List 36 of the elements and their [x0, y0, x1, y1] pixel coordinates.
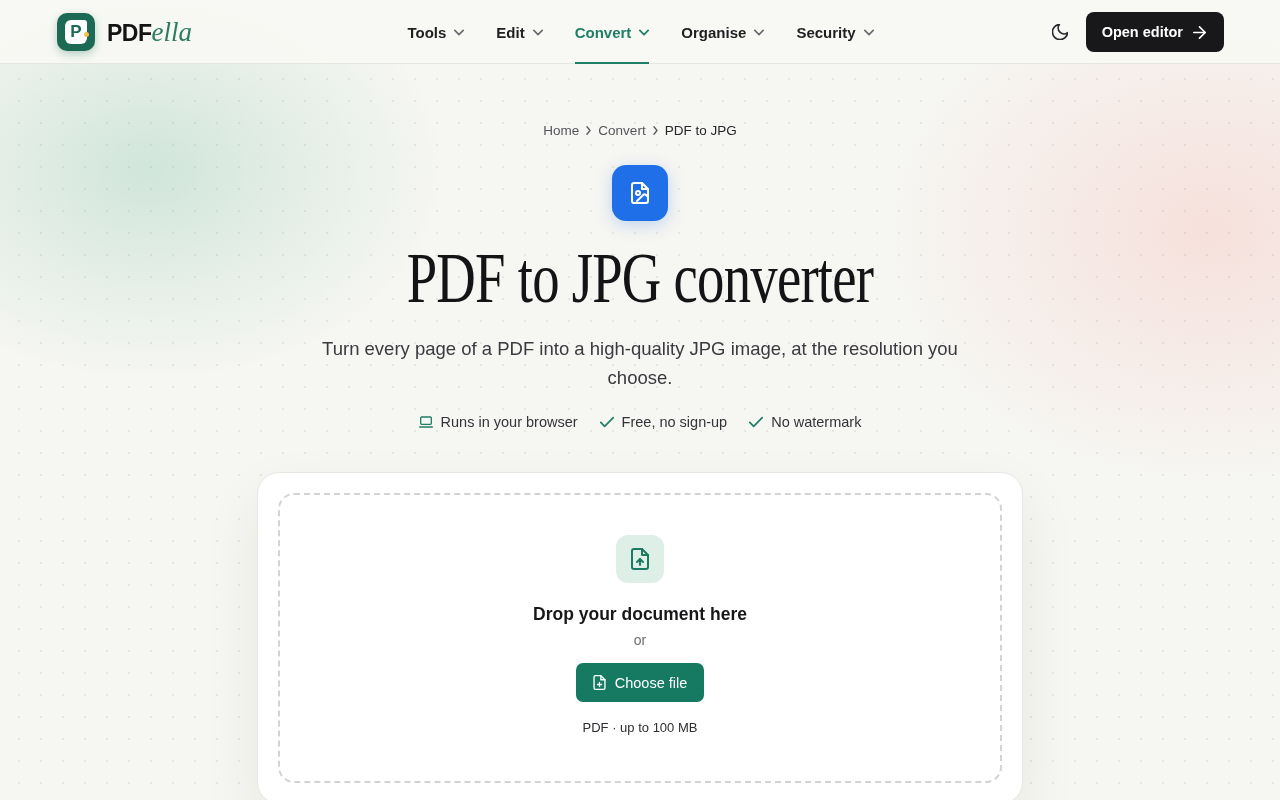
chevron-down-icon [754, 28, 765, 36]
page-title: PDF to JPG converter [406, 238, 874, 318]
chevron-right-icon [586, 125, 592, 135]
file-image-icon [612, 165, 668, 221]
check-icon [599, 416, 614, 428]
laptop-icon [418, 416, 433, 428]
feature-label: Free, no sign-up [621, 414, 728, 430]
file-upload-icon [616, 535, 664, 583]
separator-text: or [633, 631, 647, 649]
nav-tab[interactable]: Edit [496, 0, 543, 64]
nav-tab[interactable]: Convert [574, 0, 650, 64]
file-limit-hint: PDF · up to 100 MB [582, 719, 698, 737]
drop-zone[interactable]: Drop your document here or Choose file PDF · up to 100 MB [278, 493, 1002, 783]
logo-mark[interactable]: P [57, 13, 95, 51]
feature-label: Runs in your browser [440, 414, 578, 430]
moon-icon[interactable] [1051, 24, 1068, 40]
chevron-down-icon [863, 28, 874, 36]
chevron-down-icon [639, 28, 650, 36]
feature-label: No watermark [771, 414, 862, 430]
breadcrumb-current: PDF to JPG [664, 122, 737, 138]
check-icon [749, 416, 764, 428]
nav-tab[interactable]: Organise [681, 0, 765, 64]
page-subtitle: Turn every page of a PDF into a high-quality JPG image, at the resolution you choose. [321, 337, 959, 390]
file-plus-icon [592, 675, 606, 690]
drop-heading: Drop your document here [533, 603, 747, 626]
breadcrumb-link[interactable]: Convert [598, 122, 646, 138]
chevron-right-icon [652, 125, 658, 135]
chevron-down-icon [532, 28, 543, 36]
choose-file-button[interactable]: Choose file [575, 663, 705, 702]
arrow-right-icon [1193, 25, 1206, 39]
chevron-down-icon [454, 28, 465, 36]
breadcrumb-link[interactable]: Home [543, 122, 580, 138]
nav-tab[interactable]: Tools [407, 0, 465, 64]
open-editor-button[interactable]: Open editor [1085, 12, 1224, 52]
brand-name[interactable]: PDFella [107, 16, 192, 48]
nav-tab[interactable]: Security [796, 0, 874, 64]
